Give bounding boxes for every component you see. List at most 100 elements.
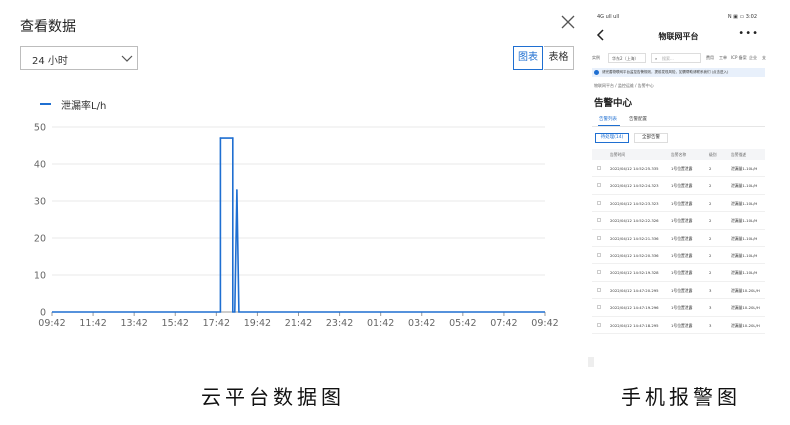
cell-desc: 泄漏量1-10L/H: [731, 200, 758, 206]
time-range-select[interactable]: 24 小时: [20, 46, 138, 70]
table-row[interactable]: 2022/04/12 14:52:24.323 1号位置泄露 2 泄漏量1-10L/H: [592, 177, 765, 195]
row-checkbox[interactable]: [597, 166, 601, 170]
cell-desc: 泄漏量10-20L/H: [731, 322, 760, 328]
search-placeholder: 搜索...: [662, 56, 674, 61]
cell-level: 2: [709, 218, 712, 224]
cell-desc: 泄漏量1-10L/H: [731, 183, 758, 189]
y-tick-label: 50: [34, 123, 46, 134]
x-tick-label: 03:42: [408, 318, 435, 329]
notice-text: 请完善物联网平台监控告警规则，提前发现风险，如需帮助请联系我们 (点击进入): [602, 70, 729, 74]
cell-time: 2022/04/12 14:52:24.323: [610, 183, 659, 189]
cell-time: 2022/04/12 14:52:23.323: [610, 200, 659, 206]
cell-time: 2022/04/12 14:47:19.296: [610, 305, 659, 311]
dialog-title: 查看数据: [20, 19, 76, 35]
top-link-enterprise[interactable]: 企业: [749, 55, 757, 61]
cell-level: 3: [709, 305, 712, 311]
table-view-button[interactable]: 表格: [544, 46, 574, 70]
search-input[interactable]: ⌕ 搜索...: [651, 53, 701, 63]
cell-level: 2: [709, 166, 712, 171]
filter-bar: 实例 华东2（上海） ⌕ 搜索... 费用 工单 ICP 备案 企业 支: [588, 53, 769, 65]
pending-filter-button[interactable]: 待处理(14): [595, 133, 629, 143]
table-row[interactable]: 2022/04/12 14:47:20.295 1号位置泄露 3 泄漏量10-20L/…: [592, 282, 765, 300]
cell-name: 1号位置泄露: [671, 166, 693, 171]
table-row[interactable]: 2022/04/12 14:52:25.335 1号位置泄露 2 泄漏量1-10L/H: [592, 160, 765, 178]
cell-desc: 泄漏量1-10L/H: [731, 235, 758, 241]
y-tick-label: 10: [34, 271, 46, 282]
cell-name: 1号位置泄露: [671, 235, 693, 241]
cell-name: 1号位置泄露: [671, 322, 693, 328]
cell-name: 1号位置泄露: [671, 253, 693, 258]
row-checkbox[interactable]: [597, 287, 601, 292]
row-checkbox[interactable]: [597, 270, 601, 275]
cell-time: 2022/04/12 14:52:25.335: [610, 166, 659, 171]
chevron-down-icon: [121, 55, 133, 62]
data-point: [231, 137, 234, 139]
cell-level: 3: [709, 287, 712, 293]
info-icon: [594, 70, 599, 75]
cell-time: 2022/04/12 14:52:19.328: [610, 270, 659, 276]
legend-label: 泄漏率L/h: [61, 101, 107, 112]
status-bar-signal: 4G ull ull: [597, 14, 620, 20]
x-tick-label: 13:42: [120, 318, 147, 329]
x-tick-label: 09:42: [531, 318, 558, 329]
close-icon[interactable]: [560, 14, 576, 30]
legend-swatch: [40, 103, 51, 105]
cell-level: 2: [709, 253, 712, 258]
table-row[interactable]: 2022/04/12 14:52:21.336 1号位置泄露 2 泄漏量1-10L/H: [592, 230, 765, 247]
cell-time: 2022/04/12 14:52:22.326: [610, 218, 659, 224]
data-point: [236, 189, 238, 191]
top-link-icp[interactable]: ICP 备案: [731, 55, 747, 61]
chart-view-button[interactable]: 图表: [513, 46, 543, 70]
page-title: 告警中心: [594, 98, 633, 109]
y-tick-label: 40: [34, 160, 46, 171]
top-link-support[interactable]: 支: [762, 55, 766, 61]
row-checkbox[interactable]: [597, 322, 601, 327]
row-checkbox[interactable]: [597, 305, 601, 310]
cell-time: 2022/04/12 14:52:21.336: [610, 235, 659, 241]
cloud-data-dialog: 查看数据 24 小时 图表 表格 泄漏率L/h 0 10 20 30 40 50 09:42…: [0, 0, 585, 360]
cell-desc: 泄漏量1-10L/H: [731, 270, 758, 276]
x-tick-label: 21:42: [285, 318, 312, 329]
col-level: 级别: [709, 152, 717, 157]
data-point: [219, 137, 222, 139]
x-tick-label: 07:42: [490, 318, 517, 329]
table-row[interactable]: 2022/04/12 14:52:19.328 1号位置泄露 2 泄漏量1-10L/H: [592, 264, 765, 282]
cell-desc: 泄漏量1-10L/H: [731, 218, 758, 224]
cell-name: 1号位置泄露: [671, 305, 693, 311]
table-row[interactable]: 2022/04/12 14:47:18.295 1号位置泄露 3 泄漏量10-20L/…: [592, 317, 765, 334]
top-link-ticket[interactable]: 工单: [719, 55, 727, 61]
top-link-fee[interactable]: 费用: [706, 55, 714, 61]
row-checkbox[interactable]: [597, 200, 601, 205]
cell-name: 1号位置泄露: [671, 200, 693, 206]
tab-alarm-config[interactable]: 告警配置: [629, 116, 647, 122]
table-row[interactable]: 2022/04/12 14:52:23.323 1号位置泄露 2 泄漏量1-10L/H: [592, 195, 765, 213]
table-row[interactable]: 2022/04/12 14:47:19.296 1号位置泄露 3 泄漏量10-20L/…: [592, 299, 765, 317]
caption-phone-alarm: 手机报警图: [621, 385, 741, 409]
cell-level: 2: [709, 235, 712, 241]
scroll-edge: [588, 357, 594, 367]
row-checkbox[interactable]: [597, 218, 601, 223]
row-checkbox[interactable]: [597, 235, 601, 240]
row-checkbox[interactable]: [597, 183, 601, 188]
region-value: 华东2（上海）: [612, 56, 639, 61]
row-checkbox[interactable]: [597, 253, 601, 257]
x-tick-label: 05:42: [449, 318, 476, 329]
table-row[interactable]: 2022/04/12 14:52:20.336 1号位置泄露 2 泄漏量1-10L/H: [592, 247, 765, 265]
cell-level: 2: [709, 183, 712, 189]
cell-desc: 泄漏量10-20L/H: [731, 305, 760, 311]
y-tick-label: 20: [34, 234, 46, 245]
table-row[interactable]: 2022/04/12 14:52:22.326 1号位置泄露 2 泄漏量1-10L/H: [592, 212, 765, 230]
cell-time: 2022/04/12 14:47:20.295: [610, 287, 659, 293]
tabs-divider: [592, 126, 765, 127]
table-header: 告警时间 告警名称 级别 告警描述: [592, 149, 765, 160]
all-alarms-filter-button[interactable]: 全部告警: [634, 133, 668, 143]
notice-banner[interactable]: 请完善物联网平台监控告警规则，提前发现风险，如需帮助请联系我们 (点击进入): [592, 68, 765, 77]
y-tick-label: 0: [40, 308, 46, 319]
time-range-value: 24 小时: [32, 56, 68, 67]
phone-alarm-screen: 4G ull ull N ▣ ▭ 3:02 物联网平台 ••• 实例 华东2（上…: [588, 12, 769, 367]
tab-alarm-list[interactable]: 告警列表: [599, 116, 617, 122]
region-select[interactable]: 华东2（上海）: [608, 53, 646, 63]
status-bar-time: N ▣ ▭ 3:02: [727, 14, 757, 20]
more-menu-icon[interactable]: •••: [738, 28, 759, 39]
search-icon: ⌕: [655, 56, 658, 61]
